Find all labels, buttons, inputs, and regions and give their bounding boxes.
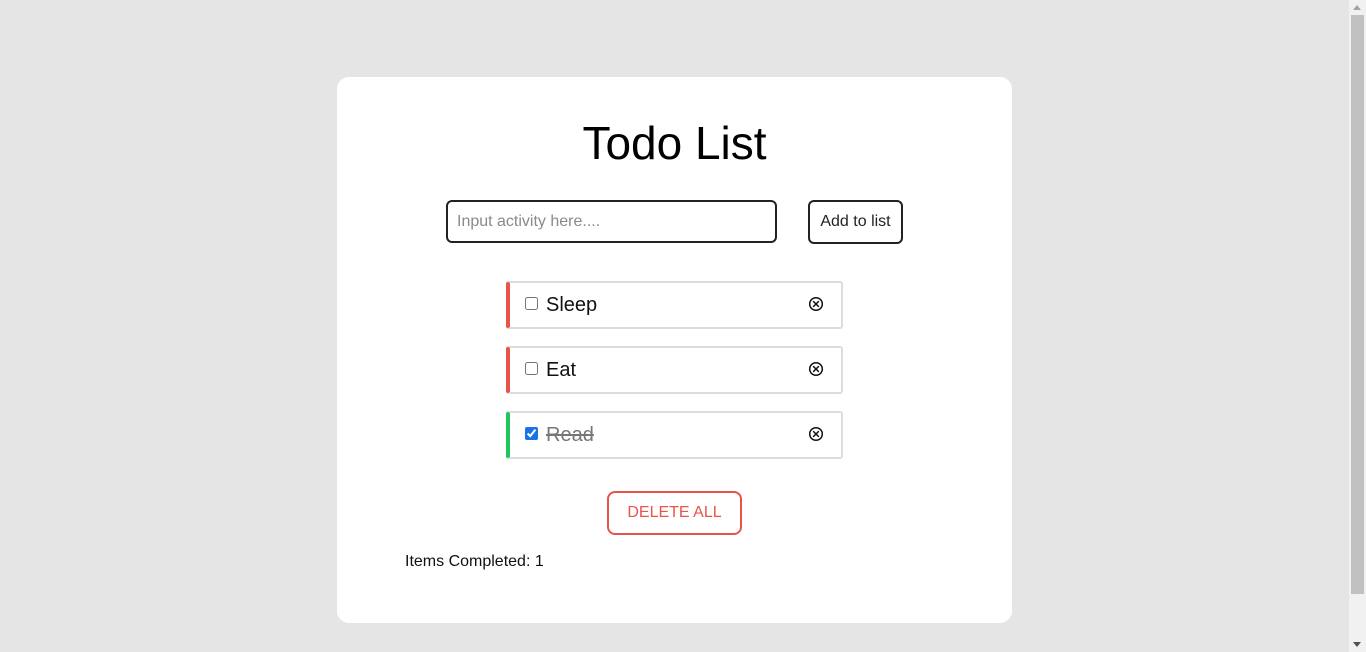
- add-to-list-button[interactable]: Add to list: [808, 200, 903, 244]
- todo-item-eat: Eat: [506, 346, 843, 394]
- todo-label: Read: [546, 424, 594, 446]
- scroll-down-arrow-icon[interactable]: [1349, 637, 1366, 652]
- viewport: Todo List Add to list Sleep Eat: [0, 0, 1366, 652]
- todo-item-read: Read: [506, 411, 843, 459]
- delete-all-button[interactable]: DELETE ALL: [607, 491, 742, 535]
- todo-item-sleep: Sleep: [506, 281, 843, 329]
- todo-label: Eat: [546, 359, 577, 381]
- todo-checkbox-sleep[interactable]: [525, 297, 538, 310]
- todo-card: Todo List Add to list Sleep Eat: [337, 77, 1012, 623]
- scroll-thumb[interactable]: [1351, 15, 1364, 594]
- todo-checkbox-eat[interactable]: [525, 362, 538, 375]
- todo-label: Sleep: [546, 294, 598, 316]
- scroll-up-arrow-icon[interactable]: [1349, 0, 1366, 15]
- remove-icon[interactable]: [808, 361, 824, 377]
- items-completed-count: Items Completed: 1: [405, 553, 544, 570]
- todo-checkbox-read[interactable]: [525, 427, 538, 440]
- vertical-scrollbar[interactable]: [1349, 0, 1366, 652]
- todo-list: Sleep Eat Read: [506, 281, 843, 476]
- activity-input[interactable]: [446, 200, 777, 243]
- page-title: Todo List: [582, 117, 767, 169]
- remove-icon[interactable]: [808, 296, 824, 312]
- remove-icon[interactable]: [808, 426, 824, 442]
